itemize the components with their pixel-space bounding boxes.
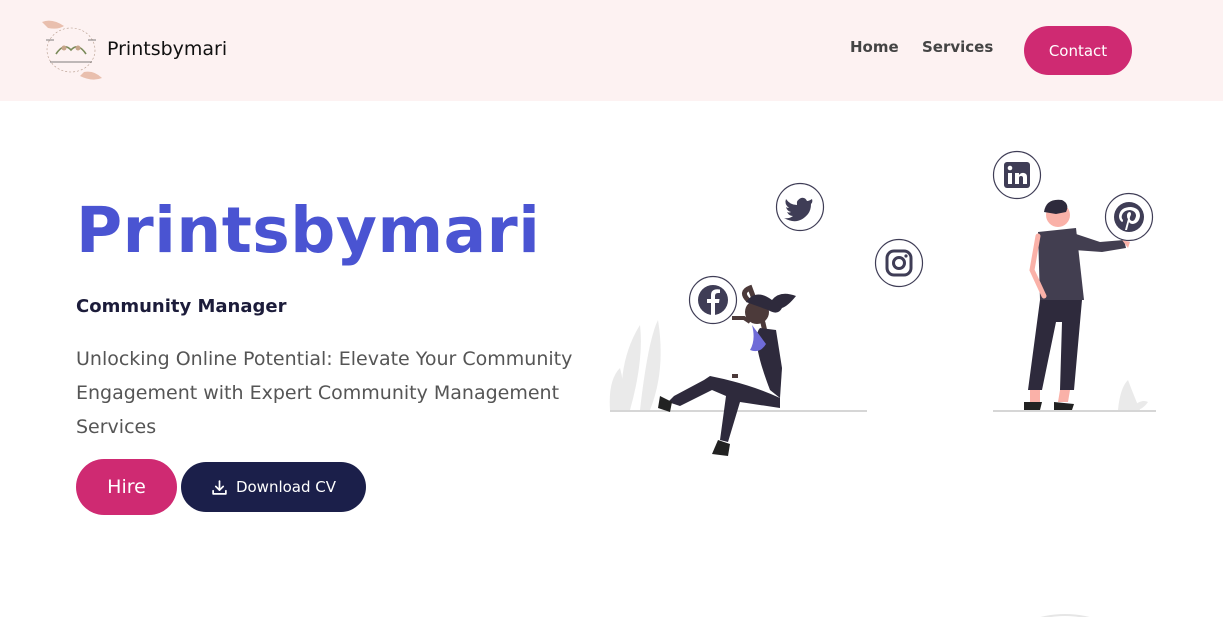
- pinterest-icon: [1104, 192, 1154, 242]
- hero-title: Printsbymari: [76, 194, 541, 267]
- instagram-icon: [874, 238, 924, 288]
- plant-right: [1118, 380, 1148, 410]
- hero-description: Unlocking Online Potential: Elevate Your…: [76, 348, 573, 438]
- download-icon: [212, 479, 227, 495]
- navbar: Printsbymari Home Services Contact: [0, 0, 1223, 101]
- plant-left: [609, 320, 661, 410]
- decorative-arc: [1040, 614, 1090, 617]
- brand-logo: [42, 20, 102, 80]
- download-cv-button[interactable]: Download CV: [181, 462, 366, 512]
- download-cv-label: Download CV: [235, 478, 337, 496]
- nav-home[interactable]: Home: [850, 38, 899, 56]
- brand-name: Printsbymari: [107, 37, 228, 60]
- hero-subtitle: Community Manager: [76, 296, 287, 317]
- facebook-icon: [688, 275, 738, 325]
- brand[interactable]: Printsbymari: [40, 18, 227, 82]
- hire-button[interactable]: Hire: [76, 459, 177, 515]
- social-media-illustration: [609, 150, 1156, 456]
- twitter-icon: [775, 182, 825, 232]
- nav-services[interactable]: Services: [922, 38, 993, 56]
- contact-button[interactable]: Contact: [1024, 26, 1132, 75]
- linkedin-icon: [992, 150, 1042, 200]
